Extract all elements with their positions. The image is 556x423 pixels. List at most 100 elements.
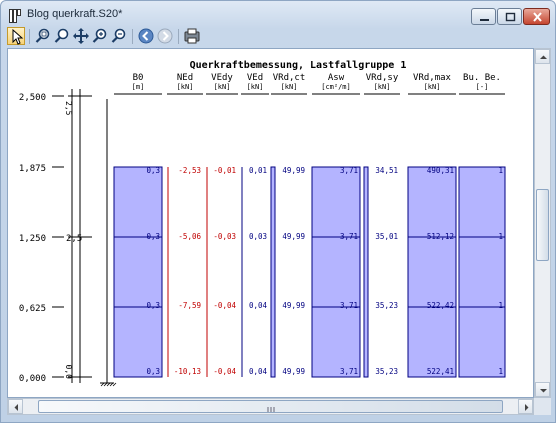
column-vrd-sy: VRd,sy[kN] 34,51 35,01 35,23 35,23 [363, 73, 400, 378]
value-label: -0,04 [213, 367, 236, 376]
value-label: 522,41 [427, 367, 454, 376]
size-grip[interactable] [534, 398, 551, 415]
column-unit: [kN] [214, 83, 231, 91]
document-icon [9, 8, 21, 23]
zoom-window-button[interactable] [34, 27, 52, 45]
column-unit: [cm²/m] [321, 83, 351, 91]
column-asw: Asw[cm²/m] 3,71 3,71 3,71 3,71 [311, 73, 361, 378]
horizontal-scrollbar[interactable] [7, 398, 534, 415]
zoom-in-button[interactable] [91, 27, 109, 45]
column-header: Asw [328, 73, 345, 83]
scroll-down-button[interactable] [535, 382, 550, 397]
forward-icon [157, 28, 173, 44]
value-label: -0,03 [213, 232, 236, 241]
value-label: 3,71 [340, 367, 358, 376]
value-bar [363, 166, 369, 378]
column-unit: [-] [476, 83, 489, 91]
select-pointer-button[interactable] [7, 27, 25, 45]
diagram-canvas[interactable]: Querkraftbemessung, Lastfallgruppe 1 2,5… [7, 48, 534, 398]
print-preview-icon [184, 28, 200, 44]
title-bar[interactable]: Blog querkraft.S20* [1, 1, 555, 29]
toolbar-separator [29, 29, 30, 44]
zoom-out-button[interactable] [110, 27, 128, 45]
value-label: 49,99 [282, 166, 305, 175]
column-header: VRd,max [413, 73, 452, 83]
value-label: 0,3 [146, 232, 160, 241]
inner-axis-label: 2,5 [64, 101, 73, 116]
inner-axis-label: 0,0 [64, 365, 73, 380]
grip-icon [267, 407, 275, 412]
column-unit: [kN] [424, 83, 441, 91]
scroll-up-button[interactable] [535, 49, 550, 64]
back-button[interactable] [137, 27, 155, 45]
maximize-icon [505, 12, 516, 22]
value-label: -10,13 [174, 367, 201, 376]
back-icon [138, 28, 154, 44]
value-label: 522,42 [427, 301, 454, 310]
column-header: VEd [247, 73, 263, 83]
value-label: 49,99 [282, 232, 305, 241]
value-bar [270, 166, 276, 378]
axis-label: 2,500 [19, 93, 46, 103]
value-label: 0,03 [249, 232, 267, 241]
value-label: 490,31 [427, 166, 454, 175]
value-label: 0,3 [146, 367, 160, 376]
zoom-button[interactable] [53, 27, 71, 45]
scroll-left-button[interactable] [8, 399, 23, 414]
column-header: NEd [177, 73, 193, 83]
value-bar [311, 166, 361, 378]
column-unit: [kN] [374, 83, 391, 91]
value-label: 35,01 [375, 232, 398, 241]
column-vrd-max: VRd,max[kN] 490,31 512,12 522,42 522,41 [407, 73, 457, 378]
axis-label: 0,000 [19, 374, 46, 384]
value-label: 0,3 [146, 166, 160, 175]
value-label: 1 [498, 301, 503, 310]
minimize-button[interactable] [471, 8, 496, 25]
chevron-up-icon [540, 55, 547, 59]
value-bar [113, 166, 163, 378]
axis-label: 1,875 [19, 164, 46, 174]
vertical-scrollbar[interactable] [534, 48, 551, 398]
column-ned: NEd[kN] -2,53 -5,06 -7,59 -10,13 [167, 73, 203, 377]
value-label: -0,01 [213, 166, 236, 175]
value-label: 0,3 [146, 301, 160, 310]
column-unit: [kN] [281, 83, 298, 91]
horizontal-scroll-thumb[interactable] [38, 400, 503, 413]
toolbar-separator [132, 29, 133, 44]
chevron-right-icon [525, 404, 529, 411]
pan-button[interactable] [72, 27, 90, 45]
column-unit: [m] [132, 83, 145, 91]
column-b0: B0[m] 0,3 0,3 0,3 0,3 [113, 73, 163, 378]
value-bar [407, 166, 457, 378]
toolbar-separator [178, 29, 179, 44]
value-label: 49,99 [282, 367, 305, 376]
value-label: -5,06 [178, 232, 201, 241]
select-pointer-icon [12, 28, 24, 45]
vertical-scroll-thumb[interactable] [536, 189, 549, 261]
zoom-out-icon [111, 28, 126, 43]
shear-design-diagram: Querkraftbemessung, Lastfallgruppe 1 2,5… [19, 60, 506, 387]
column-vedy: VEdy[kN] -0,01 -0,03 -0,04 -0,04 [206, 73, 238, 377]
column-ved: VEd[kN] 0,01 0,03 0,04 0,04 [241, 73, 269, 377]
close-button[interactable] [523, 8, 550, 25]
axis-label: 1,250 [19, 234, 46, 244]
value-label: -2,53 [178, 166, 201, 175]
value-label: 0,01 [249, 166, 267, 175]
value-label: -0,04 [213, 301, 236, 310]
value-label: 34,51 [375, 166, 398, 175]
zoom-in-icon [92, 28, 107, 43]
zoom-icon [54, 28, 69, 43]
pan-icon [73, 28, 89, 44]
value-label: 3,71 [340, 301, 358, 310]
application-window: Blog querkraft.S20* Querkraftbemessung, … [0, 0, 556, 423]
column-header: Bu. Be. [463, 73, 501, 83]
print-preview-button[interactable] [183, 27, 201, 45]
value-label: 1 [498, 232, 503, 241]
forward-button[interactable] [156, 27, 174, 45]
scroll-right-button[interactable] [518, 399, 533, 414]
maximize-button[interactable] [497, 8, 522, 25]
column-header: VRd,sy [366, 73, 399, 83]
column-header: VRd,ct [273, 73, 306, 83]
value-bar [458, 166, 506, 378]
value-label: 49,99 [282, 301, 305, 310]
